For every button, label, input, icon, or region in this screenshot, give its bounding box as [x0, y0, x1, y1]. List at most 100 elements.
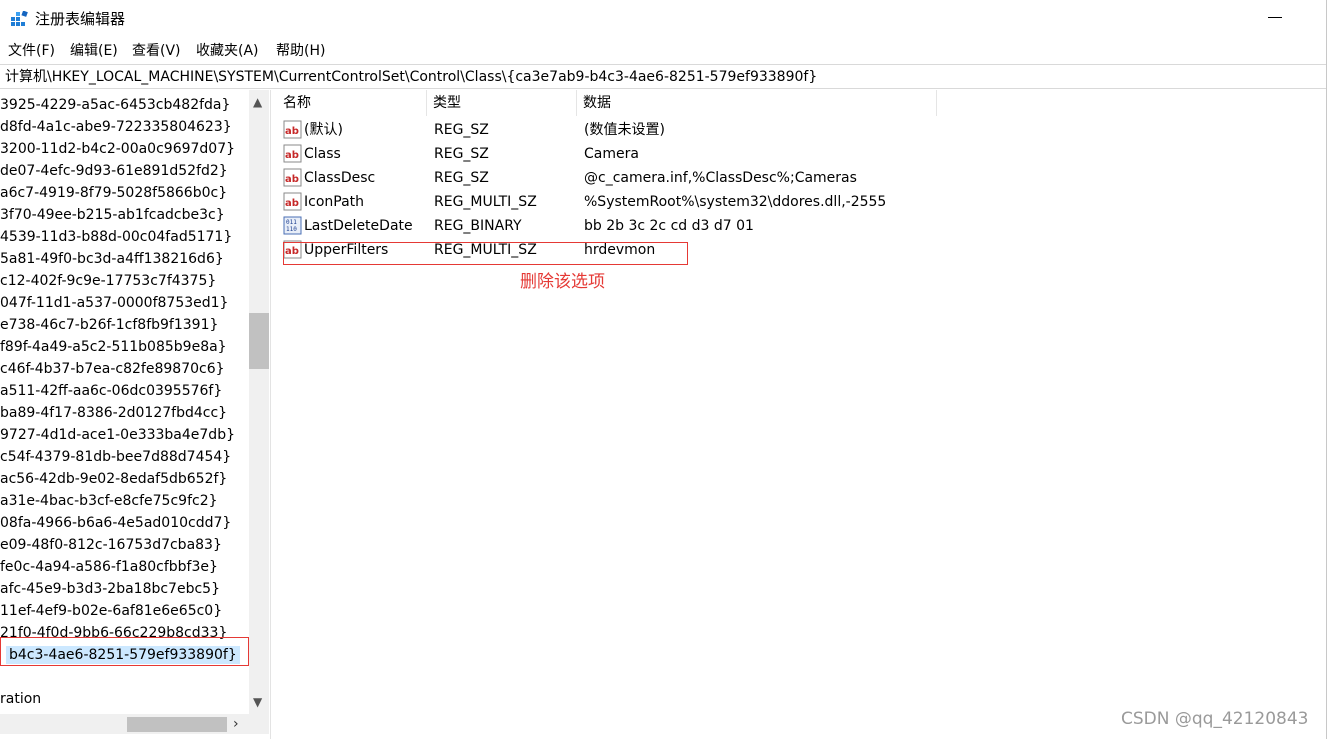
tree-item[interactable]: c46f-4b37-b7ea-c82fe89870c6}: [0, 358, 225, 380]
string-value-icon: ab: [283, 144, 302, 163]
menu-view[interactable]: 查看(V): [132, 42, 181, 60]
value-name: Class: [304, 146, 341, 162]
tree-item[interactable]: 3925-4229-a5ac-6453cb482fda}: [0, 94, 230, 116]
tree-item[interactable]: c54f-4379-81db-bee7d88d7454}: [0, 446, 231, 468]
tree-item[interactable]: ration: [0, 688, 41, 704]
svg-text:110: 110: [286, 226, 297, 233]
value-name: ClassDesc: [304, 170, 376, 186]
tree-item-label: e738-46c7-b26f-1cf8fb9f1391}: [0, 317, 219, 333]
tree-item-label: e09-48f0-812c-16753d7cba83}: [0, 537, 222, 553]
tree-item-label: 3925-4229-a5ac-6453cb482fda}: [0, 97, 231, 113]
svg-text:ab: ab: [285, 174, 299, 185]
tree-item-label: ration: [0, 691, 42, 704]
value-name: (默认): [304, 122, 343, 138]
values-pane: 名称 类型 数据 ab (默认) REG_SZ (数值未设置) ab Class REG_S…: [277, 90, 1327, 739]
minimize-button[interactable]: [1268, 17, 1282, 18]
pane-splitter[interactable]: [270, 90, 276, 739]
column-header-name[interactable]: 名称: [277, 90, 427, 116]
tree-item[interactable]: a31e-4bac-b3cf-e8cfe75c9fc2}: [0, 490, 218, 512]
value-row[interactable]: ab ClassDesc REG_SZ @c_camera.inf,%ClassDes…: [277, 166, 937, 190]
tree-item[interactable]: e09-48f0-812c-16753d7cba83}: [0, 534, 222, 556]
tree-item[interactable]: 3f70-49ee-b215-ab1fcadcbe3c}: [0, 204, 225, 226]
menu-file[interactable]: 文件(F): [8, 42, 55, 60]
address-path[interactable]: 计算机\HKEY_LOCAL_MACHINE\SYSTEM\CurrentCon…: [5, 68, 817, 86]
value-type: REG_SZ: [434, 170, 489, 186]
address-bar[interactable]: 计算机\HKEY_LOCAL_MACHINE\SYSTEM\CurrentCon…: [0, 64, 1327, 89]
tree-item-label: c12-402f-9c9e-17753c7f4375}: [0, 273, 217, 289]
svg-text:ab: ab: [285, 150, 299, 161]
tree-item-label: a511-42ff-aa6c-06dc0395576f}: [0, 383, 223, 399]
scroll-up-icon[interactable]: ▲: [253, 96, 262, 108]
tree-item-label: fe0c-4a94-a586-f1a80cfbbf3e}: [0, 559, 218, 575]
tree-item-label: 3200-11d2-b4c2-00a0c9697d07}: [0, 141, 236, 157]
value-data: %SystemRoot%\system32\ddores.dll,-2555: [584, 194, 887, 210]
tree-item[interactable]: 11ef-4ef9-b02e-6af81e6e65c0}: [0, 600, 222, 622]
selected-key-highlight-box: [0, 637, 249, 666]
menu-favorites[interactable]: 收藏夹(A): [196, 42, 259, 60]
value-type: REG_SZ: [434, 146, 489, 162]
tree-item[interactable]: 047f-11d1-a537-0000f8753ed1}: [0, 292, 228, 314]
value-data: @c_camera.inf,%ClassDesc%;Cameras: [584, 170, 857, 186]
key-tree: 3925-4229-a5ac-6453cb482fda} d8fd-4a1c-ab…: [0, 94, 249, 704]
tree-item[interactable]: afc-45e9-b3d3-2ba18bc7ebc5}: [0, 578, 220, 600]
string-value-icon: ab: [283, 168, 302, 187]
tree-item[interactable]: 5a81-49f0-bc3d-a4ff138216d6}: [0, 248, 224, 270]
value-type: REG_SZ: [434, 122, 489, 138]
tree-item[interactable]: c12-402f-9c9e-17753c7f4375}: [0, 270, 216, 292]
tree-item-label: ba89-4f17-8386-2d0127fbd4cc}: [0, 405, 228, 421]
tree-item[interactable]: fe0c-4a94-a586-f1a80cfbbf3e}: [0, 556, 218, 578]
tree-item[interactable]: de07-4efc-9d93-61e891d52fd2}: [0, 160, 228, 182]
tree-item[interactable]: 4539-11d3-b88d-00c04fad5171}: [0, 226, 232, 248]
tree-item[interactable]: 08fa-4966-b6a6-4e5ad010cdd7}: [0, 512, 231, 534]
tree-item-label: c54f-4379-81db-bee7d88d7454}: [0, 449, 232, 465]
window-title: 注册表编辑器: [35, 10, 126, 28]
watermark: CSDN @qq_42120843: [1121, 709, 1309, 729]
tree-item-label: 9727-4d1d-ace1-0e333ba4e7db}: [0, 427, 235, 443]
tree-item-label: 3f70-49ee-b215-ab1fcadcbe3c}: [0, 207, 225, 223]
scrollbar-corner: [249, 714, 269, 734]
value-row[interactable]: ab Class REG_SZ Camera: [277, 142, 937, 166]
value-name: LastDeleteDate: [304, 218, 413, 234]
tree-item-label: afc-45e9-b3d3-2ba18bc7ebc5}: [0, 581, 220, 597]
tree-item[interactable]: ba89-4f17-8386-2d0127fbd4cc}: [0, 402, 227, 424]
menu-bar: 文件(F) 编辑(E) 查看(V) 收藏夹(A) 帮助(H): [0, 38, 1327, 64]
column-header-data[interactable]: 数据: [577, 90, 937, 116]
value-name: IconPath: [304, 194, 365, 210]
value-type: REG_MULTI_SZ: [434, 194, 537, 210]
tree-item-label: ac56-42db-9e02-8edaf5db652f}: [0, 471, 228, 487]
value-row[interactable]: ab IconPath REG_MULTI_SZ %SystemRoot%\syste…: [277, 190, 937, 214]
scroll-down-icon[interactable]: ▼: [253, 696, 262, 708]
binary-value-icon: 011110: [283, 216, 302, 235]
tree-horizontal-scroll-thumb[interactable]: [127, 717, 227, 732]
tree-item[interactable]: 3200-11d2-b4c2-00a0c9697d07}: [0, 138, 235, 160]
tree-item-label: 08fa-4966-b6a6-4e5ad010cdd7}: [0, 515, 232, 531]
tree-item[interactable]: 9727-4d1d-ace1-0e333ba4e7db}: [0, 424, 235, 446]
tree-vertical-scrollbar[interactable]: ▲ ▼: [249, 90, 269, 714]
tree-item-label: a6c7-4919-8f79-5028f5866b0c}: [0, 185, 228, 201]
value-row[interactable]: 011 110 LastDeleteDate REG_BINARY bb 2b 3c 2…: [277, 214, 937, 238]
tree-item[interactable]: d8fd-4a1c-abe9-722335804623}: [0, 116, 232, 138]
tree-item-label: 047f-11d1-a537-0000f8753ed1}: [0, 295, 229, 311]
string-value-icon: ab: [283, 192, 302, 211]
tree-item-label: f89f-4a49-a5c2-511b085b9e8a}: [0, 339, 227, 355]
tree-item[interactable]: ac56-42db-9e02-8edaf5db652f}: [0, 468, 227, 490]
tree-vertical-scroll-thumb[interactable]: [249, 313, 269, 369]
tree-item[interactable]: e738-46c7-b26f-1cf8fb9f1391}: [0, 314, 218, 336]
tree-item[interactable]: f89f-4a49-a5c2-511b085b9e8a}: [0, 336, 227, 358]
value-data: (数值未设置): [584, 122, 665, 138]
svg-text:011: 011: [286, 219, 297, 226]
menu-edit[interactable]: 编辑(E): [70, 42, 118, 60]
tree-item[interactable]: a511-42ff-aa6c-06dc0395576f}: [0, 380, 222, 402]
value-data: bb 2b 3c 2c cd d3 d7 01: [584, 218, 754, 234]
tree-item-label: 5a81-49f0-bc3d-a4ff138216d6}: [0, 251, 224, 267]
annotation-text: 删除该选项: [520, 272, 605, 292]
scroll-right-icon[interactable]: ›: [233, 716, 239, 732]
key-tree-pane: 3925-4229-a5ac-6453cb482fda} d8fd-4a1c-ab…: [0, 90, 270, 739]
tree-item-label: 4539-11d3-b88d-00c04fad5171}: [0, 229, 233, 245]
menu-help[interactable]: 帮助(H): [276, 42, 325, 60]
value-row[interactable]: ab (默认) REG_SZ (数值未设置): [277, 118, 937, 142]
tree-horizontal-scrollbar[interactable]: ›: [0, 714, 249, 734]
column-header-type[interactable]: 类型: [427, 90, 577, 116]
tree-item[interactable]: a6c7-4919-8f79-5028f5866b0c}: [0, 182, 227, 204]
value-type: REG_BINARY: [434, 218, 522, 234]
